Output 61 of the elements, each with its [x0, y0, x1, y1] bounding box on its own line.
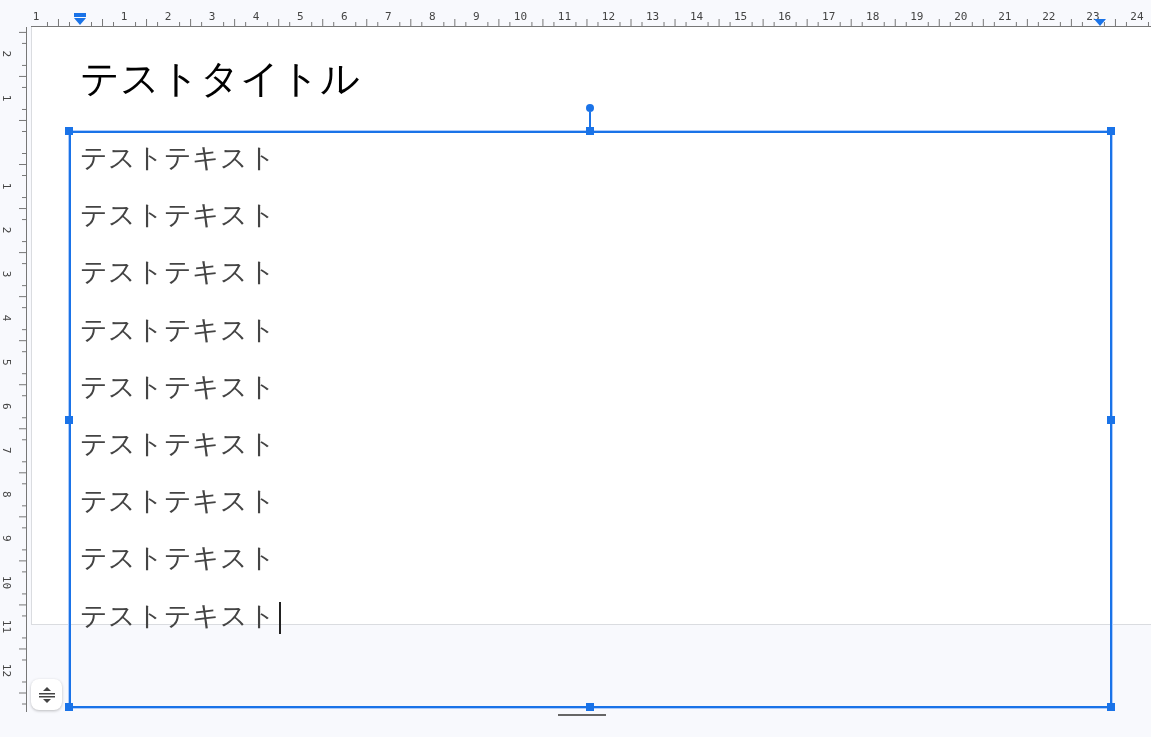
- text-line: テストテキスト: [80, 542, 276, 575]
- ruler-number: 2: [164, 10, 172, 23]
- ruler-number: 8: [429, 10, 436, 23]
- ruler-number: 19: [910, 10, 924, 23]
- ruler-number: 3: [208, 10, 216, 23]
- text-line: テストテキスト: [80, 370, 276, 404]
- ruler-number: 1: [0, 182, 13, 190]
- resize-handle[interactable]: [1107, 703, 1115, 711]
- ruler-number: 9: [473, 10, 480, 23]
- ruler-number: 6: [0, 402, 13, 410]
- ruler-number: 1: [32, 10, 40, 23]
- ruler-number: 7: [0, 446, 13, 454]
- ruler-number: 1: [0, 94, 13, 102]
- text-line: テストテキスト: [80, 485, 276, 518]
- resize-handle[interactable]: [65, 416, 73, 424]
- ruler-number: 11: [0, 619, 13, 634]
- resize-handle[interactable]: [1107, 127, 1115, 135]
- ruler-number: 4: [0, 314, 13, 322]
- ruler-number: 10: [513, 10, 528, 23]
- ruler-number: 4: [252, 10, 260, 23]
- ruler-number: 12: [0, 663, 13, 678]
- indent-marker-icon[interactable]: [74, 13, 86, 25]
- ruler-number: 2: [0, 50, 13, 58]
- ruler-number: 3: [0, 270, 13, 278]
- ruler-number: 21: [998, 10, 1012, 23]
- ruler-number: 24: [1130, 10, 1144, 23]
- ruler-number: 12: [601, 10, 616, 23]
- collapse-icon: [37, 685, 56, 704]
- ruler-number: 17: [822, 10, 836, 23]
- text-line: テストテキスト: [80, 199, 276, 232]
- ruler-number: 10: [0, 575, 13, 590]
- text-line: テストテキスト: [80, 599, 276, 632]
- fit-button[interactable]: [31, 679, 62, 710]
- resize-handle[interactable]: [1107, 416, 1115, 424]
- ruler-number: 5: [0, 358, 13, 366]
- resize-handle[interactable]: [586, 703, 594, 711]
- slide-title: テストタイトル: [80, 56, 360, 103]
- rotate-handle[interactable]: [586, 104, 594, 127]
- ruler-number: 6: [340, 10, 348, 23]
- ruler-number: 9: [0, 535, 13, 542]
- ruler-number: 2: [0, 226, 13, 234]
- ruler-number: 16: [778, 10, 792, 23]
- ruler-number: 20: [954, 10, 968, 23]
- ruler-number: 15: [733, 10, 748, 23]
- text-line: テストテキスト: [80, 142, 276, 175]
- text-cursor: [279, 602, 281, 634]
- ruler-number: 5: [296, 10, 304, 23]
- ruler-number: 1: [120, 10, 128, 23]
- ruler-number: 18: [866, 10, 880, 23]
- text-line: テストテキスト: [80, 313, 276, 346]
- resize-handle[interactable]: [65, 703, 73, 711]
- text-line: テストテキスト: [80, 428, 276, 461]
- ruler-number: 14: [689, 10, 704, 23]
- ruler-number: 11: [557, 10, 572, 23]
- ruler-number: 7: [384, 10, 392, 23]
- ruler-number: 13: [645, 10, 660, 23]
- text-line: テストテキスト: [80, 256, 276, 289]
- ruler-number: 22: [1042, 10, 1056, 23]
- ruler-number: 8: [0, 491, 13, 498]
- resize-handle[interactable]: [65, 127, 73, 135]
- resize-handle[interactable]: [586, 127, 594, 135]
